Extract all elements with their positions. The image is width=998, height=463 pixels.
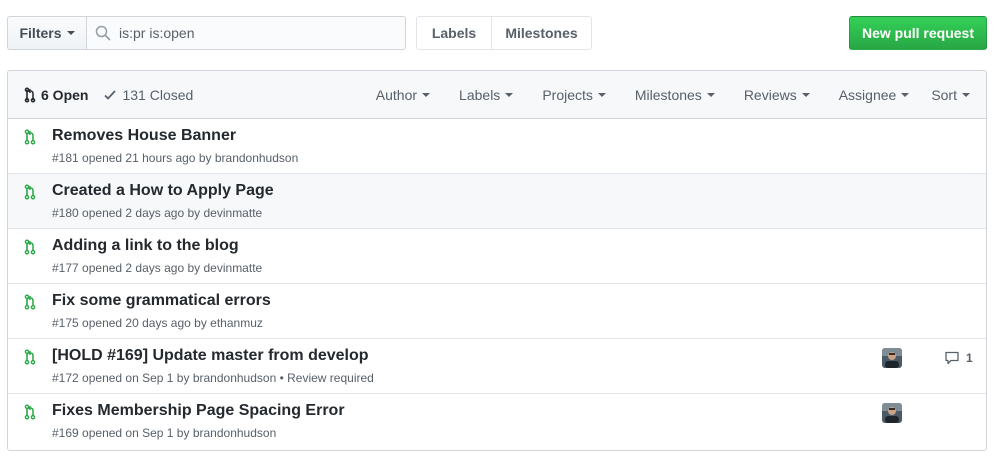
pull-request-open-icon (24, 239, 36, 258)
filters-label: Filters (19, 25, 62, 41)
caret-down-icon (597, 93, 606, 97)
pull-request-title[interactable]: Adding a link to the blog (52, 237, 239, 255)
pull-request-open-icon (24, 349, 36, 368)
closed-state-link[interactable]: 131 Closed (103, 87, 193, 103)
pull-request-author[interactable]: devinmatte (204, 206, 263, 220)
pull-request-opened: opened 2 days ago by (82, 261, 201, 275)
pull-request-number: #169 (52, 426, 79, 440)
pull-request-opened: opened 2 days ago by (82, 206, 201, 220)
pull-request-title[interactable]: Fixes Membership Page Spacing Error (52, 402, 345, 420)
comments-link[interactable]: 1 (944, 350, 973, 366)
sort-filter[interactable]: Sort (931, 87, 970, 103)
search-input[interactable] (117, 24, 397, 42)
pull-request-meta: #169 opened on Sep 1 by brandonhudson (52, 426, 276, 440)
caret-down-icon (706, 93, 715, 97)
milestones-filter-label: Milestones (634, 87, 702, 103)
reviews-filter[interactable]: Reviews (744, 87, 810, 103)
pull-request-row[interactable]: Fixes Membership Page Spacing Error #169 … (8, 394, 986, 449)
caret-down-icon (962, 93, 970, 97)
pull-request-author[interactable]: ethanmuz (210, 316, 263, 330)
pull-request-row[interactable]: [HOLD #169] Update master from develop #1… (8, 339, 986, 394)
pull-request-list: 6 Open 131 Closed Author Labels Projects… (7, 70, 987, 451)
toolbar: Filters Labels Milestones New pull reque… (7, 16, 987, 50)
pull-request-number: #177 (52, 261, 79, 275)
comment-count: 1 (966, 351, 973, 365)
pull-request-opened: opened 21 hours ago by (82, 151, 212, 165)
milestones-filter[interactable]: Milestones (635, 87, 715, 103)
pull-request-author[interactable]: brandonhudson (193, 426, 276, 440)
pull-request-row[interactable]: Adding a link to the blog #177 opened 2 d… (8, 229, 986, 284)
labels-filter[interactable]: Labels (459, 87, 514, 103)
assignee-filter-label: Assignee (838, 87, 897, 103)
reviews-filter-label: Reviews (743, 87, 797, 103)
projects-filter[interactable]: Projects (542, 87, 606, 103)
filters-dropdown-button[interactable]: Filters (7, 16, 87, 50)
open-count: 6 Open (41, 87, 89, 103)
caret-down-icon (901, 93, 910, 97)
pull-request-open-icon (24, 404, 36, 423)
closed-count: 131 Closed (122, 87, 194, 103)
search-icon (95, 25, 111, 41)
pull-request-meta: #172 opened on Sep 1 by brandonhudson • … (52, 371, 374, 385)
labels-filter-label: Labels (459, 87, 501, 103)
open-state-link[interactable]: 6 Open (24, 87, 88, 103)
pull-request-icon (24, 87, 36, 103)
author-filter-label: Author (375, 87, 418, 103)
assignee-avatar[interactable] (882, 403, 902, 423)
labels-milestones-nav: Labels Milestones (416, 16, 592, 50)
caret-down-icon (801, 93, 810, 97)
pull-request-opened: opened on Sep 1 by (82, 426, 190, 440)
projects-filter-label: Projects (542, 87, 593, 103)
caret-down-icon (66, 31, 75, 35)
caret-down-icon (422, 93, 431, 97)
assignee-avatar[interactable] (882, 348, 902, 368)
pull-request-number: #180 (52, 206, 79, 220)
pull-request-open-icon (24, 294, 36, 313)
review-status: • Review required (279, 371, 374, 385)
pull-request-meta: #177 opened 2 days ago by devinmatte (52, 261, 262, 275)
pull-request-title[interactable]: [HOLD #169] Update master from develop (52, 347, 369, 365)
pull-request-title[interactable]: Fix some grammatical errors (52, 292, 271, 310)
pull-request-meta: #180 opened 2 days ago by devinmatte (52, 206, 262, 220)
pull-request-open-icon (24, 184, 36, 203)
new-pull-request-button[interactable]: New pull request (849, 16, 987, 50)
pull-request-meta: #175 opened 20 days ago by ethanmuz (52, 316, 263, 330)
pull-request-row[interactable]: Fix some grammatical errors #175 opened 2… (8, 284, 986, 339)
caret-down-icon (505, 93, 514, 97)
pull-request-row[interactable]: Created a How to Apply Page #180 opened 2… (8, 174, 986, 229)
pull-request-number: #172 (52, 371, 79, 385)
state-toggle: 6 Open 131 Closed (24, 71, 193, 119)
pull-request-number: #175 (52, 316, 79, 330)
pull-request-number: #181 (52, 151, 79, 165)
milestones-link[interactable]: Milestones (491, 17, 591, 49)
header-filter-menus: Author Labels Projects Milestones Review… (376, 71, 986, 119)
search-field[interactable] (87, 16, 406, 50)
pull-request-title[interactable]: Removes House Banner (52, 127, 236, 145)
sort-filter-label: Sort (931, 87, 957, 103)
pull-request-opened: opened on Sep 1 by (82, 371, 190, 385)
pull-request-open-icon (24, 129, 36, 148)
pull-request-title[interactable]: Created a How to Apply Page (52, 182, 274, 200)
pull-request-opened: opened 20 days ago by (82, 316, 207, 330)
list-header: 6 Open 131 Closed Author Labels Projects… (8, 71, 986, 119)
pull-request-rows: Removes House Banner #181 opened 21 hours… (8, 119, 986, 449)
filters-search-group: Filters (7, 16, 406, 50)
comment-icon (944, 350, 966, 366)
author-filter[interactable]: Author (375, 87, 431, 103)
assignee-filter[interactable]: Assignee (839, 87, 910, 103)
pull-request-row[interactable]: Removes House Banner #181 opened 21 hours… (8, 119, 986, 174)
check-icon (104, 90, 117, 100)
pull-request-author[interactable]: brandonhudson (193, 371, 276, 385)
pull-request-meta: #181 opened 21 hours ago by brandonhudso… (52, 151, 298, 165)
pull-request-author[interactable]: devinmatte (204, 261, 263, 275)
pull-request-author[interactable]: brandonhudson (215, 151, 298, 165)
labels-link[interactable]: Labels (417, 17, 491, 49)
